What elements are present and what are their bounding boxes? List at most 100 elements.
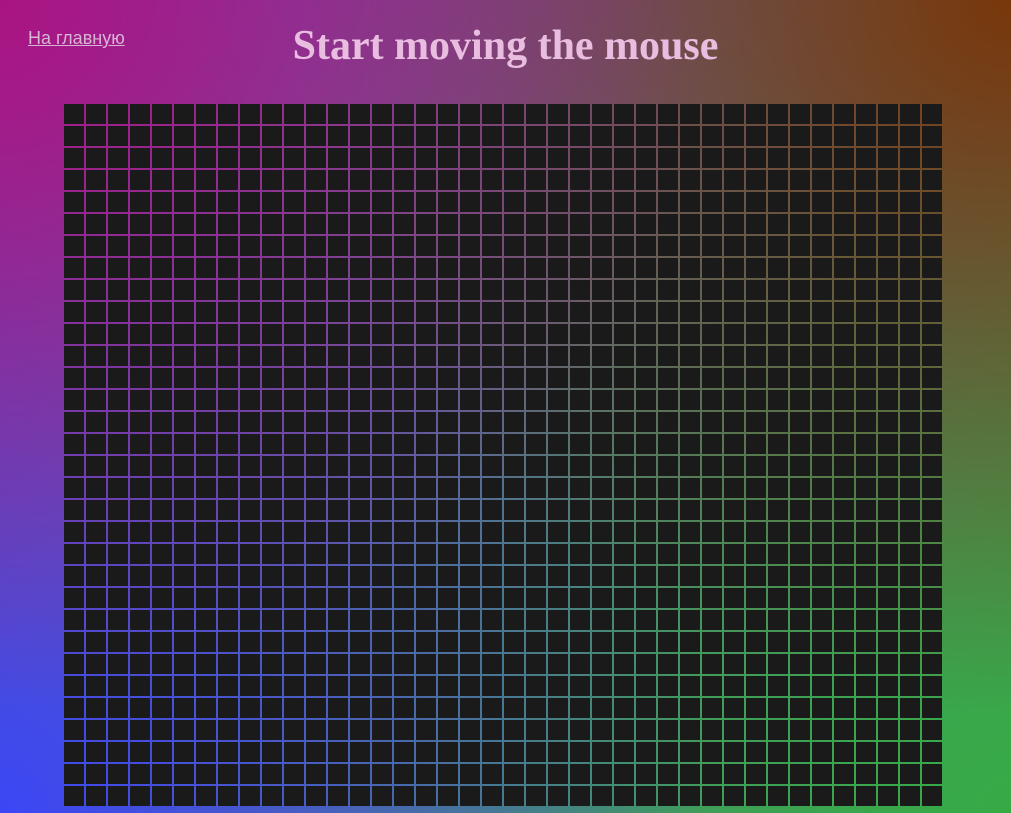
grid-cell[interactable]	[284, 544, 304, 564]
grid-cell[interactable]	[614, 324, 634, 344]
grid-cell[interactable]	[592, 192, 612, 212]
grid-cell[interactable]	[174, 126, 194, 146]
grid-cell[interactable]	[592, 522, 612, 542]
grid-cell[interactable]	[64, 654, 84, 674]
grid-cell[interactable]	[394, 764, 414, 784]
grid-cell[interactable]	[262, 346, 282, 366]
grid-cell[interactable]	[306, 720, 326, 740]
grid-cell[interactable]	[284, 566, 304, 586]
grid-cell[interactable]	[746, 324, 766, 344]
grid-cell[interactable]	[174, 280, 194, 300]
grid-cell[interactable]	[900, 302, 920, 322]
grid-cell[interactable]	[86, 368, 106, 388]
grid-cell[interactable]	[262, 324, 282, 344]
grid-cell[interactable]	[856, 566, 876, 586]
grid-cell[interactable]	[834, 786, 854, 806]
grid-cell[interactable]	[438, 632, 458, 652]
grid-cell[interactable]	[504, 280, 524, 300]
grid-cell[interactable]	[856, 214, 876, 234]
grid-cell[interactable]	[658, 126, 678, 146]
grid-cell[interactable]	[284, 390, 304, 410]
grid-cell[interactable]	[504, 522, 524, 542]
grid-cell[interactable]	[372, 368, 392, 388]
grid-cell[interactable]	[306, 434, 326, 454]
grid-cell[interactable]	[790, 654, 810, 674]
grid-cell[interactable]	[592, 302, 612, 322]
grid-cell[interactable]	[746, 434, 766, 454]
grid-cell[interactable]	[658, 786, 678, 806]
grid-cell[interactable]	[108, 126, 128, 146]
grid-cell[interactable]	[592, 654, 612, 674]
grid-cell[interactable]	[438, 258, 458, 278]
grid-cell[interactable]	[328, 522, 348, 542]
grid-cell[interactable]	[790, 698, 810, 718]
grid-cell[interactable]	[900, 764, 920, 784]
grid-cell[interactable]	[856, 236, 876, 256]
grid-cell[interactable]	[152, 192, 172, 212]
grid-cell[interactable]	[218, 236, 238, 256]
grid-cell[interactable]	[570, 412, 590, 432]
grid-cell[interactable]	[724, 478, 744, 498]
grid-cell[interactable]	[262, 654, 282, 674]
grid-cell[interactable]	[240, 654, 260, 674]
grid-cell[interactable]	[724, 148, 744, 168]
grid-cell[interactable]	[790, 302, 810, 322]
grid-cell[interactable]	[482, 324, 502, 344]
grid-cell[interactable]	[922, 126, 942, 146]
grid-cell[interactable]	[350, 126, 370, 146]
grid-cell[interactable]	[658, 764, 678, 784]
grid-cell[interactable]	[636, 104, 656, 124]
grid-cell[interactable]	[152, 412, 172, 432]
grid-cell[interactable]	[438, 588, 458, 608]
grid-cell[interactable]	[174, 104, 194, 124]
grid-cell[interactable]	[262, 522, 282, 542]
grid-cell[interactable]	[108, 654, 128, 674]
grid-cell[interactable]	[174, 346, 194, 366]
grid-cell[interactable]	[702, 368, 722, 388]
grid-cell[interactable]	[438, 566, 458, 586]
grid-cell[interactable]	[130, 566, 150, 586]
grid-cell[interactable]	[416, 258, 436, 278]
grid-cell[interactable]	[64, 280, 84, 300]
grid-cell[interactable]	[240, 434, 260, 454]
grid-cell[interactable]	[460, 698, 480, 718]
grid-cell[interactable]	[746, 764, 766, 784]
grid-cell[interactable]	[372, 764, 392, 784]
grid-cell[interactable]	[416, 170, 436, 190]
grid-cell[interactable]	[416, 280, 436, 300]
grid-cell[interactable]	[108, 368, 128, 388]
grid-cell[interactable]	[812, 324, 832, 344]
grid-cell[interactable]	[878, 148, 898, 168]
grid-cell[interactable]	[614, 610, 634, 630]
grid-cell[interactable]	[196, 104, 216, 124]
grid-cell[interactable]	[284, 500, 304, 520]
grid-cell[interactable]	[372, 192, 392, 212]
grid-cell[interactable]	[328, 786, 348, 806]
grid-cell[interactable]	[878, 390, 898, 410]
grid-cell[interactable]	[174, 390, 194, 410]
grid-cell[interactable]	[900, 346, 920, 366]
grid-cell[interactable]	[900, 720, 920, 740]
grid-cell[interactable]	[702, 104, 722, 124]
grid-cell[interactable]	[856, 522, 876, 542]
grid-cell[interactable]	[856, 544, 876, 564]
grid-cell[interactable]	[680, 610, 700, 630]
grid-cell[interactable]	[900, 258, 920, 278]
grid-cell[interactable]	[372, 544, 392, 564]
grid-cell[interactable]	[548, 522, 568, 542]
grid-cell[interactable]	[570, 346, 590, 366]
grid-cell[interactable]	[790, 786, 810, 806]
grid-cell[interactable]	[64, 698, 84, 718]
grid-cell[interactable]	[240, 566, 260, 586]
grid-cell[interactable]	[130, 302, 150, 322]
grid-cell[interactable]	[460, 478, 480, 498]
grid-cell[interactable]	[284, 148, 304, 168]
grid-cell[interactable]	[658, 412, 678, 432]
grid-cell[interactable]	[614, 720, 634, 740]
grid-cell[interactable]	[768, 478, 788, 498]
grid-cell[interactable]	[702, 478, 722, 498]
grid-cell[interactable]	[746, 544, 766, 564]
grid-cell[interactable]	[658, 280, 678, 300]
grid-cell[interactable]	[130, 170, 150, 190]
grid-cell[interactable]	[658, 346, 678, 366]
